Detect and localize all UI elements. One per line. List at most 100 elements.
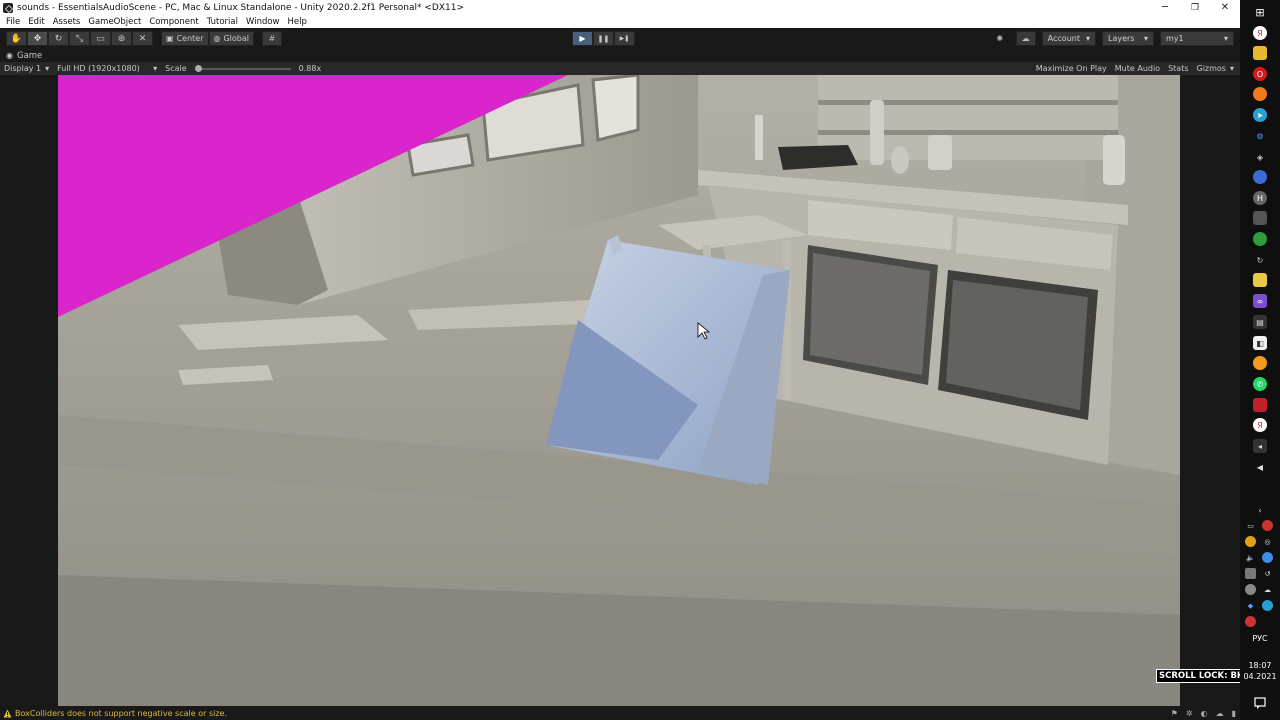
language-indicator[interactable]: РУС — [1240, 634, 1280, 643]
opera-icon[interactable]: O — [1253, 67, 1267, 81]
pivot-label: Center — [176, 34, 204, 43]
game-viewport[interactable] — [58, 75, 1180, 706]
chevron-down-icon: ▾ — [45, 64, 50, 73]
display-dropdown[interactable]: Display 1 ▾ — [0, 64, 53, 73]
chevron-down-icon: ▾ — [153, 64, 158, 73]
transform-tool-button[interactable]: ⊛ — [111, 31, 132, 46]
chrome-icon[interactable] — [1245, 536, 1256, 547]
menu-component[interactable]: Component — [145, 17, 202, 27]
rect-tool-button[interactable]: ▭ — [90, 31, 111, 46]
app-icon[interactable]: ◧ — [1253, 336, 1267, 350]
step-button[interactable]: ▶❚ — [614, 31, 635, 46]
menu-assets[interactable]: Assets — [49, 17, 85, 27]
bug-icon: ✲ — [1185, 708, 1193, 718]
dropbox-icon[interactable]: ◆ — [1245, 600, 1256, 611]
windows-start-icon[interactable]: ⊞ — [1253, 5, 1267, 19]
sync-icon[interactable]: ↺ — [1262, 568, 1273, 579]
tray-app-icon[interactable] — [1245, 616, 1256, 627]
plant-pot — [928, 135, 952, 170]
grid-snap-icon: # — [268, 34, 276, 43]
app-icon[interactable]: ↻ — [1253, 253, 1267, 267]
app-icon[interactable]: ⚙ — [1253, 129, 1267, 143]
volume-icon[interactable]: 🔈 — [1245, 552, 1256, 563]
telegram-icon[interactable]: ➤ — [1253, 108, 1267, 122]
app-icon[interactable] — [1253, 398, 1267, 412]
scale-tool-button[interactable]: ⤡ — [69, 31, 90, 46]
layers-dropdown[interactable]: Layers ▾ — [1102, 31, 1154, 46]
app-icon[interactable] — [1253, 356, 1267, 370]
menu-tutorial[interactable]: Tutorial — [203, 17, 242, 27]
pivot-global-button[interactable]: ◍ Global — [208, 31, 255, 46]
cloud-button[interactable]: ☁ — [1015, 31, 1036, 46]
cloud-icon[interactable]: ☁ — [1262, 584, 1273, 595]
scale-slider-knob[interactable] — [194, 64, 202, 72]
account-dropdown[interactable]: Account ▾ — [1041, 31, 1096, 46]
notes-icon[interactable] — [1253, 273, 1267, 287]
move-tool-button[interactable]: ✥ — [27, 31, 48, 46]
steam-icon[interactable]: ◎ — [1262, 536, 1273, 547]
tray-app-icon[interactable] — [1262, 552, 1273, 563]
monitor-icon[interactable]: ▭ — [1245, 520, 1256, 531]
lock-icon: ▮ — [1231, 708, 1236, 718]
app-icon[interactable] — [1253, 211, 1267, 225]
keyboard-icon[interactable] — [1245, 568, 1256, 579]
status-bar[interactable]: BoxColliders does not support negative s… — [0, 706, 1240, 720]
maximize-on-play-toggle[interactable]: Maximize On Play — [1032, 64, 1111, 73]
close-button[interactable]: ✕ — [1210, 0, 1240, 15]
speaker-app-icon[interactable]: ◀ — [1253, 460, 1267, 474]
warning-icon — [3, 709, 12, 718]
stats-toggle[interactable]: Stats — [1164, 64, 1192, 73]
terminal-icon[interactable]: ▤ — [1253, 315, 1267, 329]
app-icon[interactable]: ◂ — [1253, 439, 1267, 453]
menu-gameobject[interactable]: GameObject — [84, 17, 145, 27]
app-icon[interactable] — [1253, 170, 1267, 184]
file-explorer-icon[interactable] — [1253, 46, 1267, 60]
game-tab[interactable]: ◉ Game — [0, 49, 1240, 62]
yandex-browser-icon[interactable]: Я — [1253, 26, 1267, 40]
tray-app-icon[interactable] — [1245, 584, 1256, 595]
visual-studio-icon[interactable]: ∞ — [1253, 294, 1267, 308]
pivot-center-button[interactable]: ▣ Center — [161, 31, 209, 46]
clock[interactable]: 18:07 04.2021 — [1240, 660, 1280, 682]
menu-window[interactable]: Window — [242, 17, 284, 27]
mute-audio-toggle[interactable]: Mute Audio — [1111, 64, 1164, 73]
maximize-button[interactable]: ❐ — [1180, 0, 1210, 15]
rotate-tool-button[interactable]: ↻ — [48, 31, 69, 46]
app-icon[interactable]: H — [1253, 191, 1267, 205]
minimize-button[interactable]: ─ — [1150, 0, 1180, 15]
vase — [891, 146, 909, 174]
telegram-tray-icon[interactable] — [1262, 600, 1273, 611]
hand-tool-button[interactable]: ✋ — [6, 31, 27, 46]
shelf-board — [818, 130, 1118, 135]
firefox-icon[interactable] — [1253, 87, 1267, 101]
notification-icon[interactable] — [1253, 694, 1267, 709]
window-pane — [591, 75, 640, 142]
menu-file[interactable]: File — [2, 17, 24, 27]
grid-snap-button[interactable]: # — [262, 31, 283, 46]
chevron-left-icon[interactable]: ‹ — [1253, 503, 1267, 517]
app-icon[interactable] — [1253, 232, 1267, 246]
rect-icon: ▭ — [96, 33, 105, 44]
scale-slider[interactable] — [194, 64, 291, 72]
yandex-icon[interactable]: Я — [1253, 418, 1267, 432]
resolution-dropdown[interactable]: Full HD (1920x1080) ▾ — [53, 64, 161, 73]
main-toolbar: ✋ ✥ ↻ ⤡ ▭ ⊛ ✕ ▣ Center ◍ Global # ▶ ❚❚ ▶❚ … — [0, 28, 1240, 49]
chevron-down-icon: ▾ — [1223, 34, 1228, 43]
title-bar: sounds - EssentialsAudioScene - PC, Mac … — [0, 0, 1240, 15]
clock-time: 18:07 — [1248, 661, 1272, 670]
menu-help[interactable]: Help — [284, 17, 311, 27]
clock-date: 04.2021 — [1243, 672, 1277, 681]
pause-button[interactable]: ❚❚ — [593, 31, 614, 46]
layout-dropdown[interactable]: my1 ▾ — [1160, 31, 1234, 46]
cabinet-glass-left — [810, 253, 930, 375]
collab-button[interactable]: ✺ — [990, 31, 1010, 46]
play-button[interactable]: ▶ — [572, 31, 593, 46]
menu-edit[interactable]: Edit — [24, 17, 48, 27]
unity-hub-icon[interactable]: ◈ — [1253, 150, 1267, 164]
refresh-icon[interactable]: ◐ — [1201, 709, 1208, 718]
gizmos-dropdown[interactable]: Gizmos ▾ — [1193, 64, 1239, 73]
tray-app-icon[interactable] — [1262, 520, 1273, 531]
chevron-down-icon: ▾ — [1143, 34, 1148, 43]
whatsapp-icon[interactable]: ✆ — [1253, 377, 1267, 391]
custom-tool-button[interactable]: ✕ — [132, 31, 153, 46]
